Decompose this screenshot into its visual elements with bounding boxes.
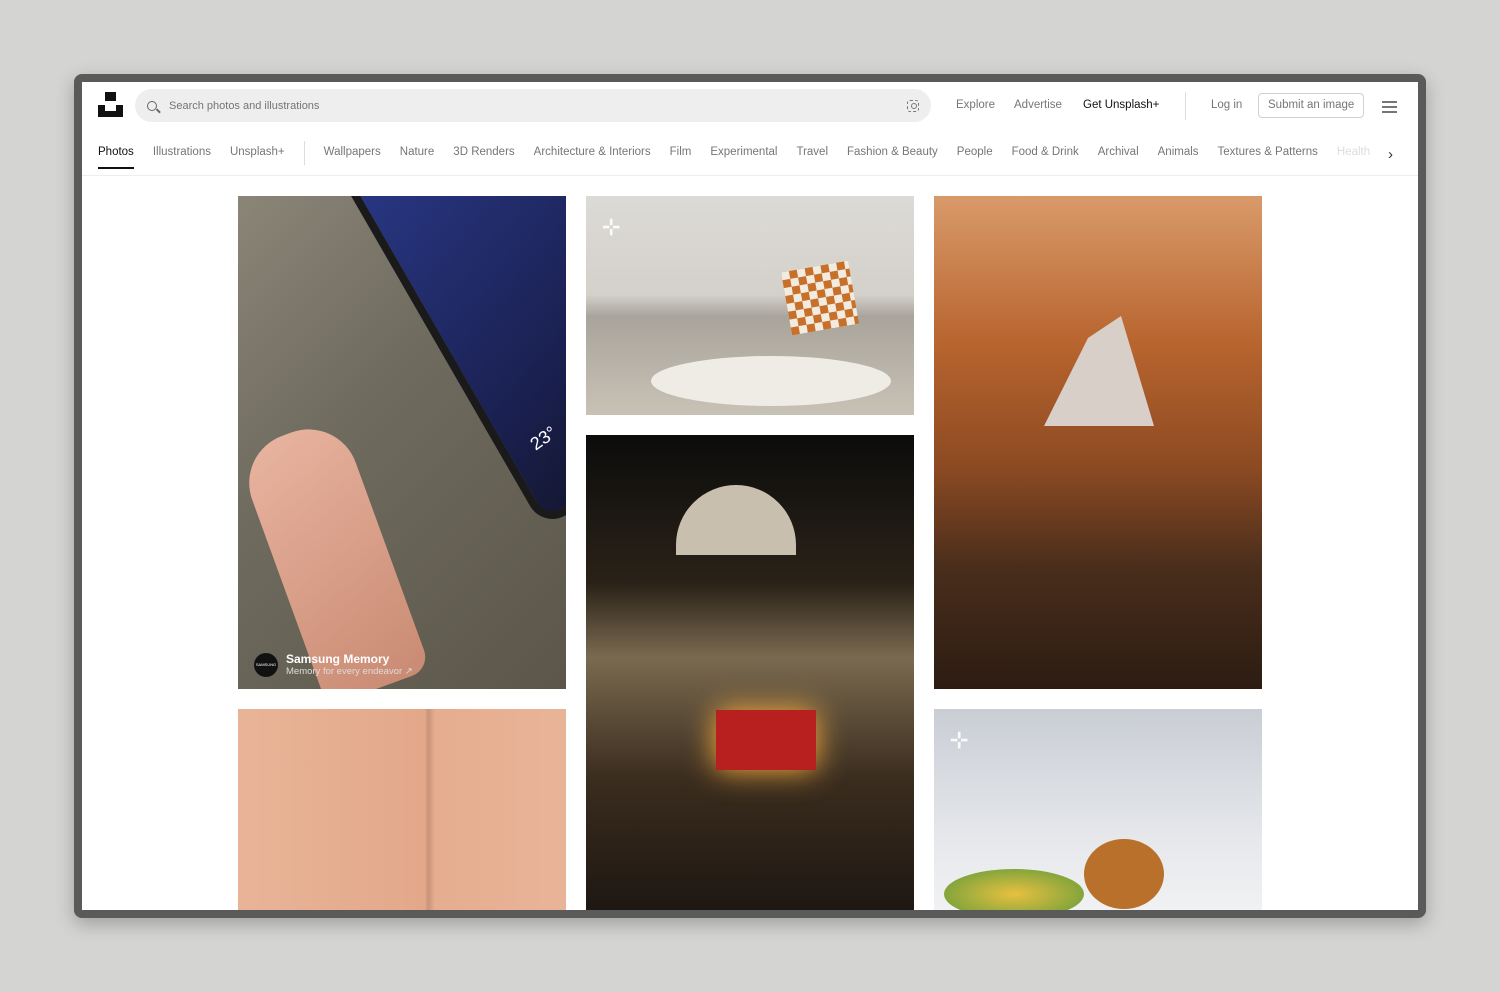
tab-wallpapers[interactable]: Wallpapers [324, 146, 381, 165]
tab-fashion-beauty[interactable]: Fashion & Beauty [847, 146, 938, 165]
get-unsplash-plus-link[interactable]: Get Unsplash+ [1083, 99, 1159, 111]
tab-travel[interactable]: Travel [796, 146, 828, 165]
unsplash-page: Explore Advertise Get Unsplash+ Log in S… [82, 82, 1418, 910]
browser-window: Explore Advertise Get Unsplash+ Log in S… [74, 74, 1426, 918]
tab-experimental[interactable]: Experimental [710, 146, 777, 165]
menu-icon[interactable] [1382, 101, 1397, 116]
sponsor-tagline[interactable]: Memory for every endeavor ↗ [286, 666, 413, 677]
tab-nature[interactable]: Nature [400, 146, 435, 165]
unsplash-logo[interactable] [98, 92, 123, 117]
tab-health[interactable]: Health [1337, 146, 1370, 165]
nav-divider [303, 141, 305, 165]
tab-people[interactable]: People [957, 146, 993, 165]
tab-illustrations[interactable]: Illustrations [153, 146, 211, 165]
chevron-right-icon[interactable]: › [1384, 146, 1393, 163]
divider [1185, 92, 1186, 120]
salad-image [944, 869, 1084, 910]
search-input[interactable] [169, 99, 907, 112]
search-bar[interactable] [135, 89, 931, 122]
explore-link[interactable]: Explore [956, 99, 995, 111]
coffee-table [651, 356, 891, 406]
tab-food-drink[interactable]: Food & Drink [1012, 146, 1079, 165]
photo-mosque-night[interactable] [586, 435, 914, 910]
tab-unsplash-plus[interactable]: Unsplash+ [230, 146, 285, 165]
unsplash-plus-icon: ⊹ [950, 727, 969, 752]
header-divider [82, 175, 1418, 176]
photo-living-room[interactable]: ⊹ [586, 196, 914, 415]
mosque-dome [676, 485, 796, 555]
login-link[interactable]: Log in [1211, 99, 1242, 111]
food-cart [716, 710, 816, 770]
submit-image-button[interactable]: Submit an image [1258, 93, 1365, 118]
tab-architecture[interactable]: Architecture & Interiors [534, 146, 651, 165]
checkered-pillow [780, 260, 860, 336]
tab-film[interactable]: Film [670, 146, 692, 165]
tab-archival[interactable]: Archival [1098, 146, 1139, 165]
unsplash-plus-icon: ⊹ [602, 214, 621, 239]
hand-image [238, 415, 431, 689]
photo-food-plate[interactable]: ⊹ [934, 709, 1262, 910]
tab-photos[interactable]: Photos [98, 146, 134, 169]
tab-3d-renders[interactable]: 3D Renders [453, 146, 514, 165]
tab-textures-patterns[interactable]: Textures & Patterns [1218, 146, 1318, 165]
visual-search-icon[interactable] [907, 99, 919, 112]
sponsor-name: Samsung Memory [286, 652, 390, 666]
samsung-avatar: SAMSUNG [254, 652, 278, 677]
tablet-image [328, 196, 566, 529]
photo-samsung-sd-card[interactable]: 23° SAMSUNG Samsung Memory Memory for eve… [238, 196, 566, 689]
search-icon[interactable] [147, 100, 157, 111]
sponsor-badge[interactable]: SAMSUNG Samsung Memory Memory for every e… [254, 652, 413, 677]
bun-image [1084, 839, 1164, 909]
tab-animals[interactable]: Animals [1158, 146, 1199, 165]
photo-peach-wall[interactable] [238, 709, 566, 910]
photo-autumn-lake[interactable] [934, 196, 1262, 689]
category-nav: Photos Illustrations Unsplash+ Wallpaper… [98, 141, 1389, 169]
mountain-image [1044, 316, 1154, 426]
advertise-link[interactable]: Advertise [1014, 99, 1062, 111]
